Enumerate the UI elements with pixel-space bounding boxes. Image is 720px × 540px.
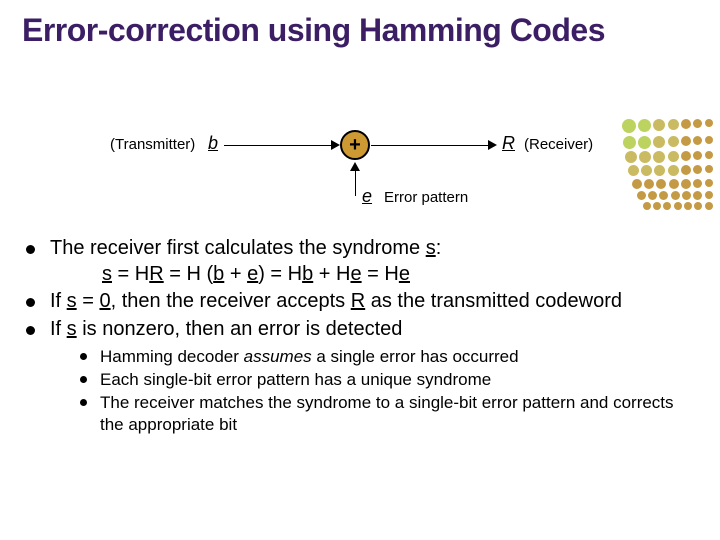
error-pattern-label: Error pattern (384, 189, 468, 206)
receiver-label: (Receiver) (524, 136, 593, 153)
arrow-line (224, 145, 334, 146)
text: If (50, 290, 67, 312)
text: , then the receiver accepts (111, 290, 351, 312)
bullet-1: The receiver first calculates the syndro… (22, 236, 698, 287)
var-R: R (351, 290, 365, 312)
codeword-b: b (208, 133, 218, 154)
emph: assumes (244, 347, 312, 366)
text: = H (362, 263, 399, 285)
text: The receiver first calculates the syndro… (50, 237, 426, 259)
text: is nonzero, then an error is detected (77, 318, 403, 340)
arrow-head-icon (331, 140, 340, 150)
var-e: e (247, 263, 258, 285)
var-zero: 0 (99, 290, 110, 312)
var-b: b (213, 263, 224, 285)
text: ) = H (258, 263, 302, 285)
var-b: b (302, 263, 313, 285)
text: as the transmitted codeword (365, 290, 622, 312)
text: + H (313, 263, 350, 285)
adder-node: + (340, 130, 370, 160)
arrow-line (371, 145, 491, 146)
arrow-head-icon (350, 162, 360, 171)
bullet-3: If s is nonzero, then an error is detect… (22, 317, 698, 436)
var-e: e (350, 263, 361, 285)
text: a single error has occurred (312, 347, 519, 366)
var-s: s (102, 263, 112, 285)
text: = (77, 290, 100, 312)
var-s: s (67, 318, 77, 340)
var-R: R (149, 263, 163, 285)
arrow-head-icon (488, 140, 497, 150)
arrow-line (355, 170, 356, 196)
var-e: e (399, 263, 410, 285)
decorative-dots (620, 118, 714, 212)
sub-bullet-2: Each single-bit error pattern has a uniq… (78, 369, 698, 391)
error-e: e (362, 186, 372, 207)
slide-title: Error-correction using Hamming Codes (22, 12, 698, 49)
var-s: s (426, 237, 436, 259)
sub-bullet-3: The receiver matches the syndrome to a s… (78, 392, 698, 436)
var-s: s (67, 290, 77, 312)
transmitter-label: (Transmitter) (110, 136, 195, 153)
body-text: The receiver first calculates the syndro… (12, 236, 698, 437)
text: = H (112, 263, 149, 285)
sub-bullet-1: Hamming decoder assumes a single error h… (78, 346, 698, 368)
syndrome-equation: s = HR = H (b + e) = Hb + He = He (50, 262, 698, 288)
text: : (436, 237, 442, 259)
text: = H ( (164, 263, 213, 285)
channel-diagram: (Transmitter) b + R (Receiver) e Error p… (110, 130, 590, 220)
text: Hamming decoder (100, 347, 244, 366)
text: If (50, 318, 67, 340)
bullet-2: If s = 0, then the receiver accepts R as… (22, 289, 698, 315)
text: + (224, 263, 247, 285)
received-R: R (502, 133, 515, 154)
